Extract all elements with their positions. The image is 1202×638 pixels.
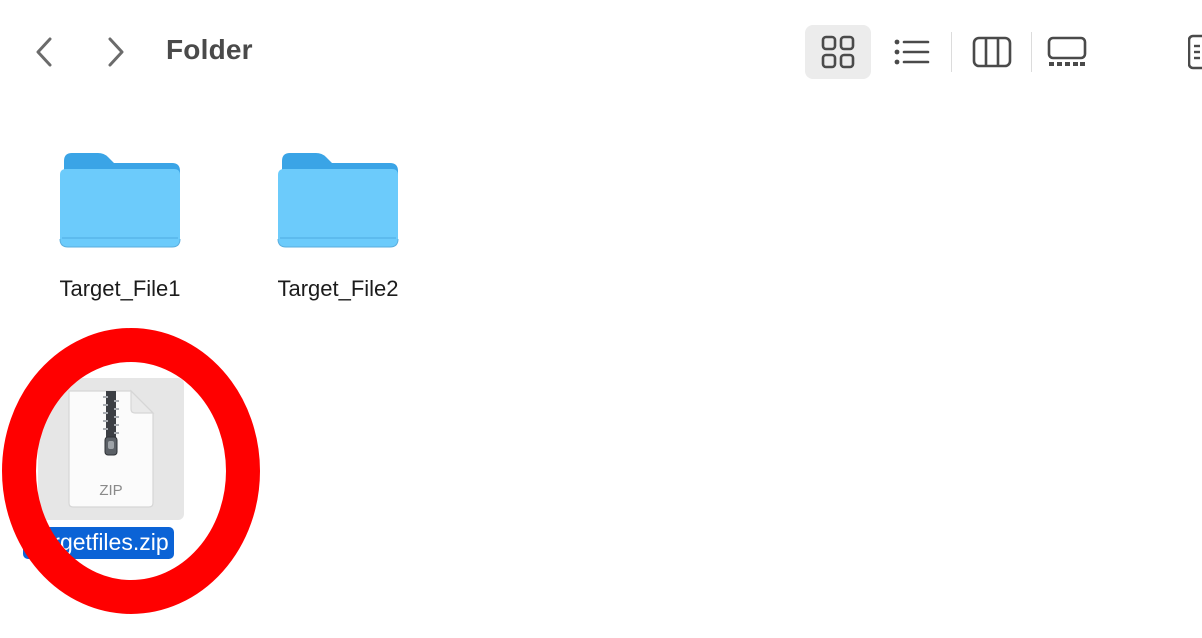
finder-window: Folder Target_File1 Target_File2 ZIP Tar…: [0, 0, 1202, 638]
file-item-targetfiles-zip[interactable]: ZIP Targetfiles.zip: [20, 376, 206, 562]
zip-badge: ZIP: [99, 482, 123, 499]
view-gallery-button[interactable]: [1038, 25, 1096, 79]
gallery-icon: [1047, 36, 1087, 66]
view-columns-button[interactable]: [962, 25, 1022, 79]
toolbar-divider: [951, 32, 952, 72]
chevron-left-icon: [36, 37, 52, 67]
toolbar: Folder: [0, 0, 1202, 100]
file-name-label: Target_File2: [277, 276, 399, 301]
file-item-target-file1[interactable]: Target_File1: [40, 130, 200, 310]
columns-icon: [972, 36, 1012, 68]
forward-button[interactable]: [96, 30, 136, 74]
view-list-button[interactable]: [882, 25, 942, 79]
back-button[interactable]: [24, 30, 64, 74]
toolbar-divider: [1031, 32, 1032, 72]
more-icon: [1188, 34, 1202, 70]
file-name-label-selected: Targetfiles.zip: [23, 527, 174, 559]
list-icon: [894, 39, 930, 65]
view-icons-button[interactable]: [805, 25, 871, 79]
icon-grid-icon: [821, 35, 855, 69]
folder-icon: [58, 144, 182, 254]
file-name-label: Target_File1: [59, 276, 181, 301]
zip-archive-icon: ZIP: [38, 378, 184, 520]
window-title: Folder: [166, 34, 253, 65]
file-item-target-file2[interactable]: Target_File2: [258, 130, 418, 310]
toolbar-overflow-button[interactable]: [1188, 30, 1202, 74]
chevron-right-icon: [108, 37, 124, 67]
folder-icon: [276, 144, 400, 254]
